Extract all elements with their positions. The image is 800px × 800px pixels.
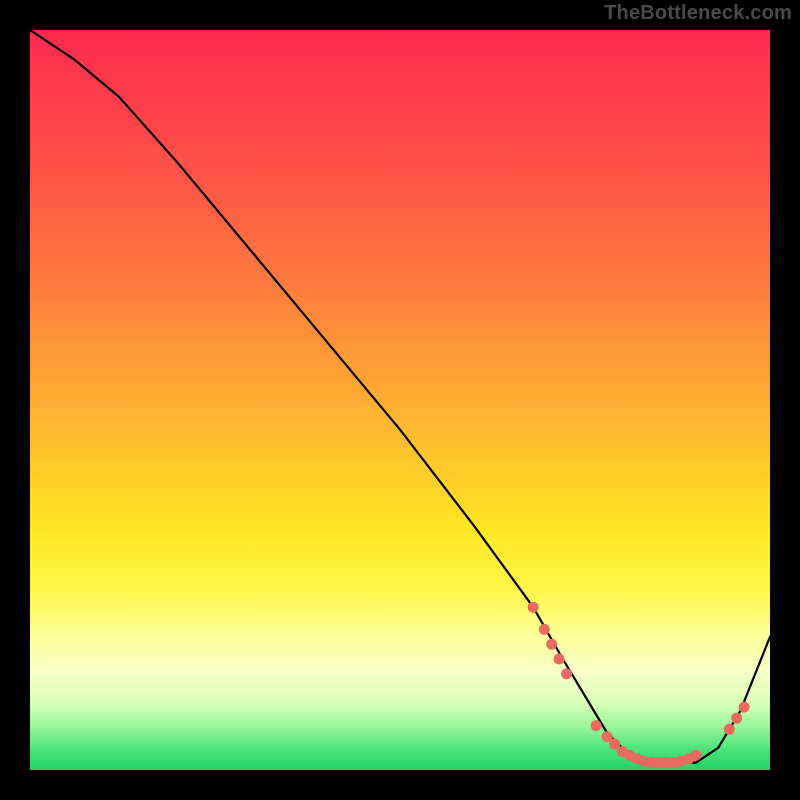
- watermark-text: TheBottleneck.com: [604, 2, 792, 25]
- chart-frame: TheBottleneck.com: [0, 0, 800, 800]
- plot-area: [30, 30, 770, 770]
